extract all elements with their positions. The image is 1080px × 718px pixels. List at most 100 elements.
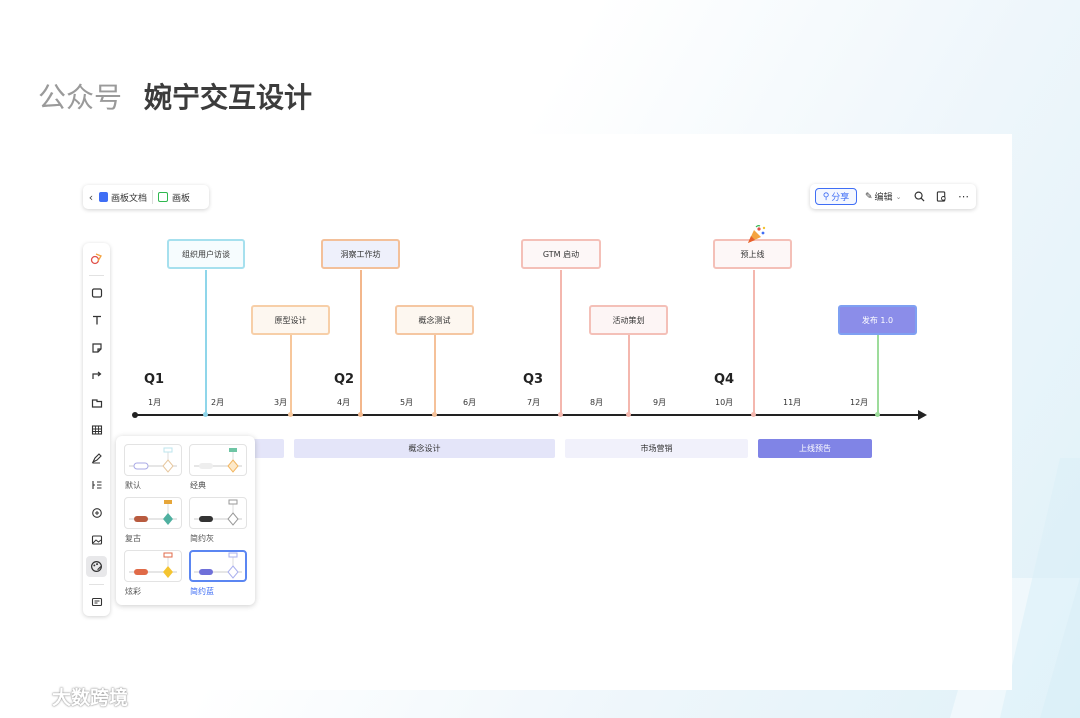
more-icon[interactable]: ⋯: [955, 189, 971, 205]
header-prefix: 公众号: [38, 81, 123, 114]
mindmap-icon[interactable]: [86, 474, 107, 495]
milestone-dot: [558, 412, 563, 417]
board-icon: [158, 192, 169, 202]
month-label: 11月: [783, 398, 802, 407]
milestone-card[interactable]: 组织用户访谈: [167, 239, 245, 269]
watermark-logo-icon: [10, 690, 47, 705]
edit-dropdown[interactable]: ✎ 编辑 ⌄: [865, 190, 902, 204]
comment-icon[interactable]: [86, 502, 107, 523]
top-toolbar: ⚲ 分享 ✎ 编辑 ⌄ ⋯: [810, 184, 976, 209]
breadcrumb: ‹ 画板文档 画板: [83, 185, 209, 209]
party-popper-icon: [748, 225, 766, 243]
milestone-card[interactable]: 洞察工作坊: [321, 239, 400, 269]
image-icon[interactable]: [86, 529, 107, 550]
chevron-down-icon: ⌄: [895, 192, 902, 201]
theme-panel: 默认 经典 复古 简约灰 炫彩 简约蓝: [116, 436, 255, 605]
theme-option-default[interactable]: [124, 444, 182, 476]
connector-line: [290, 335, 292, 415]
theme-option-retro[interactable]: [124, 497, 182, 529]
quarter-label: Q2: [334, 372, 355, 387]
link-icon: ⚲: [822, 191, 830, 202]
milestone-card[interactable]: 原型设计: [251, 305, 330, 335]
watermark-text: 大数跨境: [52, 687, 129, 709]
connector-line: [360, 270, 362, 415]
theme-palette-icon[interactable]: [86, 556, 107, 577]
theme-label: 简约灰: [190, 534, 214, 543]
left-toolbar: [83, 243, 110, 616]
document-settings-icon[interactable]: [933, 189, 949, 205]
breadcrumb-divider: [152, 190, 154, 204]
quarter-label: Q1: [144, 372, 165, 387]
milestone-card[interactable]: 活动策划: [589, 305, 668, 335]
breadcrumb-doc[interactable]: 画板文档: [111, 191, 147, 204]
doc-icon: [99, 192, 108, 202]
month-label: 12月: [850, 398, 869, 407]
watermark: 大数跨境: [8, 683, 128, 710]
month-label: 9月: [653, 398, 667, 407]
connector-line: [205, 270, 207, 415]
month-label: 8月: [590, 398, 604, 407]
pen-tool-icon[interactable]: [86, 447, 107, 468]
more-tools-icon[interactable]: [86, 591, 107, 612]
month-label: 1月: [148, 398, 162, 407]
page-header: 公众号 婉宁交互设计: [38, 76, 312, 116]
theme-option-classic[interactable]: [189, 444, 247, 476]
milestone-dot: [203, 412, 208, 417]
milestone-dot: [751, 412, 756, 417]
milestone-dot: [432, 412, 437, 417]
month-label: 5月: [400, 398, 414, 407]
edit-label: 编辑: [874, 193, 893, 203]
share-label: 分享: [831, 193, 850, 203]
timeline-axis: [135, 414, 919, 416]
milestone-dot: [875, 412, 880, 417]
milestone-dot: [626, 412, 631, 417]
axis-start-dot: [132, 412, 138, 418]
rectangle-icon[interactable]: [86, 282, 107, 303]
phase-bar[interactable]: 概念设计: [294, 439, 555, 458]
frame-icon[interactable]: [86, 392, 107, 413]
milestone-card[interactable]: 发布 1.0: [838, 305, 917, 335]
connector-line: [877, 335, 879, 415]
connector-line: [560, 270, 562, 415]
theme-label: 炫彩: [125, 587, 141, 596]
month-label: 6月: [463, 398, 477, 407]
theme-option-simple-gray[interactable]: [189, 497, 247, 529]
quarter-label: Q3: [523, 372, 544, 387]
milestone-dot: [358, 412, 363, 417]
theme-label: 默认: [125, 481, 141, 490]
phase-bar[interactable]: 市场营销: [565, 439, 748, 458]
toolbar-divider-2: [89, 584, 104, 585]
theme-option-colorful[interactable]: [124, 550, 182, 582]
month-label: 10月: [715, 398, 734, 407]
month-label: 3月: [274, 398, 288, 407]
theme-option-simple-blue[interactable]: [189, 550, 247, 582]
connector-line: [753, 270, 755, 415]
milestone-card[interactable]: GTM 启动: [521, 239, 601, 269]
template-icon[interactable]: [86, 247, 107, 268]
axis-arrow-icon: [918, 410, 927, 420]
month-label: 4月: [337, 398, 351, 407]
connector-icon[interactable]: [86, 364, 107, 385]
toolbar-divider: [89, 275, 104, 276]
back-chevron-icon[interactable]: ‹: [83, 191, 99, 204]
phase-bar[interactable]: 上线预告: [758, 439, 872, 458]
text-icon[interactable]: [86, 309, 107, 330]
theme-label: 复古: [125, 534, 141, 543]
whiteboard-canvas[interactable]: [68, 134, 1012, 690]
search-icon[interactable]: [911, 189, 927, 205]
milestone-dot: [288, 412, 293, 417]
theme-label: 经典: [190, 481, 206, 490]
connector-line: [628, 335, 630, 415]
quarter-label: Q4: [714, 372, 735, 387]
share-button[interactable]: ⚲ 分享: [815, 188, 857, 205]
pen-icon: ✎: [865, 191, 873, 202]
table-icon[interactable]: [86, 419, 107, 440]
header-title: 婉宁交互设计: [144, 81, 313, 114]
month-label: 7月: [527, 398, 541, 407]
theme-label-selected: 简约蓝: [190, 587, 214, 596]
connector-line: [434, 335, 436, 415]
breadcrumb-board[interactable]: 画板: [172, 191, 190, 204]
sticky-note-icon[interactable]: [86, 337, 107, 358]
milestone-card[interactable]: 概念测试: [395, 305, 474, 335]
month-label: 2月: [211, 398, 225, 407]
